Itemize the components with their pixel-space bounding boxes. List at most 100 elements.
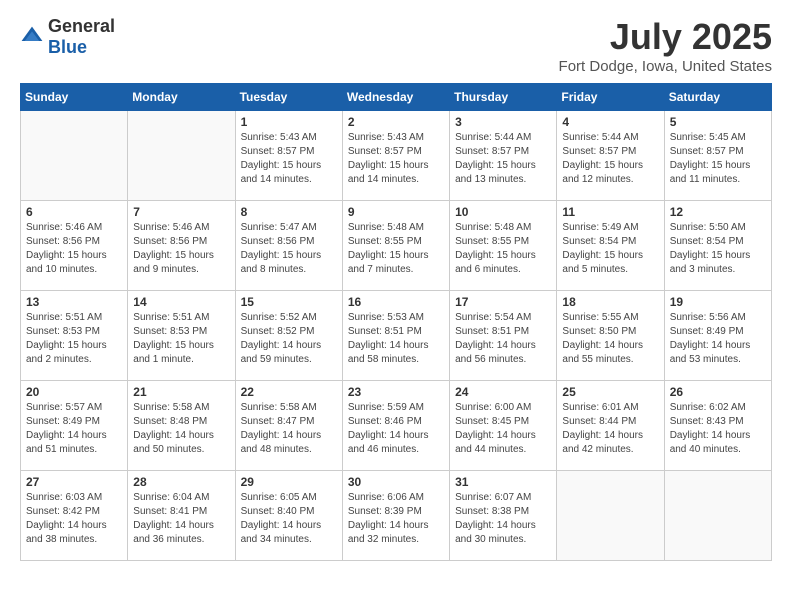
day-number: 24 [455,385,551,399]
day-info: Sunrise: 6:00 AMSunset: 8:45 PMDaylight:… [455,401,551,457]
page-header: General Blue July 2025 Fort Dodge, Iowa,… [20,16,772,75]
day-info: Sunrise: 5:44 AMSunset: 8:57 PMDaylight:… [455,131,551,187]
table-row: 14 Sunrise: 5:51 AMSunset: 8:53 PMDayligh… [128,291,235,381]
day-info: Sunrise: 6:07 AMSunset: 8:38 PMDaylight:… [455,491,551,547]
day-info: Sunrise: 6:02 AMSunset: 8:43 PMDaylight:… [670,401,766,457]
day-number: 12 [670,205,766,219]
day-info: Sunrise: 5:51 AMSunset: 8:53 PMDaylight:… [26,311,122,367]
day-info: Sunrise: 6:06 AMSunset: 8:39 PMDaylight:… [348,491,444,547]
col-wednesday: Wednesday [342,84,449,111]
day-number: 5 [670,115,766,129]
table-row: 18Sunrise: 5:55 AMSunset: 8:50 PMDayligh… [557,291,664,381]
day-info: Sunrise: 5:48 AMSunset: 8:55 PMDaylight:… [455,221,551,277]
day-number: 27 [26,475,122,489]
day-number: 20 [26,385,122,399]
table-row: 22 Sunrise: 5:58 AMSunset: 8:47 PMDayligh… [235,381,342,471]
col-saturday: Saturday [664,84,771,111]
logo-general: General [48,16,115,36]
day-number: 8 [241,205,337,219]
calendar-table: Sunday Monday Tuesday Wednesday Thursday… [20,83,772,561]
table-row: 19Sunrise: 5:56 AMSunset: 8:49 PMDayligh… [664,291,771,381]
day-info: Sunrise: 5:43 AMSunset: 8:57 PMDaylight:… [348,131,444,187]
table-row: 21Sunrise: 5:58 AMSunset: 8:48 PMDayligh… [128,381,235,471]
logo: General Blue [20,16,115,58]
table-row: 28Sunrise: 6:04 AMSunset: 8:41 PMDayligh… [128,471,235,561]
day-number: 1 [241,115,337,129]
table-row: 5 Sunrise: 5:45 AMSunset: 8:57 PMDaylight… [664,111,771,201]
day-number: 7 [133,205,229,219]
day-number: 13 [26,295,122,309]
day-number: 4 [562,115,658,129]
table-row: 31 Sunrise: 6:07 AMSunset: 8:38 PMDayligh… [450,471,557,561]
day-info: Sunrise: 5:52 AMSunset: 8:52 PMDaylight:… [241,311,337,367]
day-info: Sunrise: 6:05 AMSunset: 8:40 PMDaylight:… [241,491,337,547]
day-info: Sunrise: 5:43 AMSunset: 8:57 PMDaylight:… [241,131,337,187]
table-row: 1 Sunrise: 5:43 AMSunset: 8:57 PMDaylight… [235,111,342,201]
calendar-week-row: 1 Sunrise: 5:43 AMSunset: 8:57 PMDaylight… [21,111,772,201]
subtitle: Fort Dodge, Iowa, United States [559,58,772,75]
calendar-body: 1 Sunrise: 5:43 AMSunset: 8:57 PMDaylight… [21,111,772,561]
day-info: Sunrise: 5:54 AMSunset: 8:51 PMDaylight:… [455,311,551,367]
col-thursday: Thursday [450,84,557,111]
day-number: 16 [348,295,444,309]
day-info: Sunrise: 5:46 AMSunset: 8:56 PMDaylight:… [133,221,229,277]
day-info: Sunrise: 5:58 AMSunset: 8:47 PMDaylight:… [241,401,337,457]
day-number: 10 [455,205,551,219]
table-row [557,471,664,561]
day-info: Sunrise: 5:50 AMSunset: 8:54 PMDaylight:… [670,221,766,277]
table-row [664,471,771,561]
day-info: Sunrise: 5:57 AMSunset: 8:49 PMDaylight:… [26,401,122,457]
table-row: 6 Sunrise: 5:46 AMSunset: 8:56 PMDaylight… [21,201,128,291]
table-row [21,111,128,201]
calendar-week-row: 20 Sunrise: 5:57 AMSunset: 8:49 PMDayligh… [21,381,772,471]
table-row: 11Sunrise: 5:49 AMSunset: 8:54 PMDayligh… [557,201,664,291]
table-row: 4 Sunrise: 5:44 AMSunset: 8:57 PMDaylight… [557,111,664,201]
calendar-week-row: 6 Sunrise: 5:46 AMSunset: 8:56 PMDaylight… [21,201,772,291]
day-number: 26 [670,385,766,399]
table-row: 16 Sunrise: 5:53 AMSunset: 8:51 PMDayligh… [342,291,449,381]
day-info: Sunrise: 5:55 AMSunset: 8:50 PMDaylight:… [562,311,658,367]
day-info: Sunrise: 5:47 AMSunset: 8:56 PMDaylight:… [241,221,337,277]
day-number: 31 [455,475,551,489]
day-info: Sunrise: 5:46 AMSunset: 8:56 PMDaylight:… [26,221,122,277]
table-row: 7 Sunrise: 5:46 AMSunset: 8:56 PMDaylight… [128,201,235,291]
col-friday: Friday [557,84,664,111]
table-row: 23 Sunrise: 5:59 AMSunset: 8:46 PMDayligh… [342,381,449,471]
day-number: 6 [26,205,122,219]
table-row: 2 Sunrise: 5:43 AMSunset: 8:57 PMDaylight… [342,111,449,201]
table-row: 12 Sunrise: 5:50 AMSunset: 8:54 PMDayligh… [664,201,771,291]
day-number: 3 [455,115,551,129]
table-row: 24 Sunrise: 6:00 AMSunset: 8:45 PMDayligh… [450,381,557,471]
col-sunday: Sunday [21,84,128,111]
day-info: Sunrise: 6:01 AMSunset: 8:44 PMDaylight:… [562,401,658,457]
day-number: 14 [133,295,229,309]
day-info: Sunrise: 5:59 AMSunset: 8:46 PMDaylight:… [348,401,444,457]
day-info: Sunrise: 5:51 AMSunset: 8:53 PMDaylight:… [133,311,229,367]
table-row: 8 Sunrise: 5:47 AMSunset: 8:56 PMDaylight… [235,201,342,291]
table-row: 9Sunrise: 5:48 AMSunset: 8:55 PMDaylight… [342,201,449,291]
logo-icon [20,25,44,49]
table-row: 17 Sunrise: 5:54 AMSunset: 8:51 PMDayligh… [450,291,557,381]
day-info: Sunrise: 5:44 AMSunset: 8:57 PMDaylight:… [562,131,658,187]
table-row: 30 Sunrise: 6:06 AMSunset: 8:39 PMDayligh… [342,471,449,561]
day-number: 30 [348,475,444,489]
main-title: July 2025 [559,16,772,58]
col-monday: Monday [128,84,235,111]
header-row: Sunday Monday Tuesday Wednesday Thursday… [21,84,772,111]
day-number: 22 [241,385,337,399]
day-info: Sunrise: 6:03 AMSunset: 8:42 PMDaylight:… [26,491,122,547]
day-number: 9 [348,205,444,219]
day-number: 2 [348,115,444,129]
calendar-header: Sunday Monday Tuesday Wednesday Thursday… [21,84,772,111]
day-info: Sunrise: 5:53 AMSunset: 8:51 PMDaylight:… [348,311,444,367]
day-info: Sunrise: 5:45 AMSunset: 8:57 PMDaylight:… [670,131,766,187]
table-row: 20 Sunrise: 5:57 AMSunset: 8:49 PMDayligh… [21,381,128,471]
day-number: 28 [133,475,229,489]
day-number: 11 [562,205,658,219]
table-row: 29 Sunrise: 6:05 AMSunset: 8:40 PMDayligh… [235,471,342,561]
day-info: Sunrise: 5:56 AMSunset: 8:49 PMDaylight:… [670,311,766,367]
day-number: 17 [455,295,551,309]
title-block: July 2025 Fort Dodge, Iowa, United State… [559,16,772,75]
day-number: 23 [348,385,444,399]
day-number: 29 [241,475,337,489]
